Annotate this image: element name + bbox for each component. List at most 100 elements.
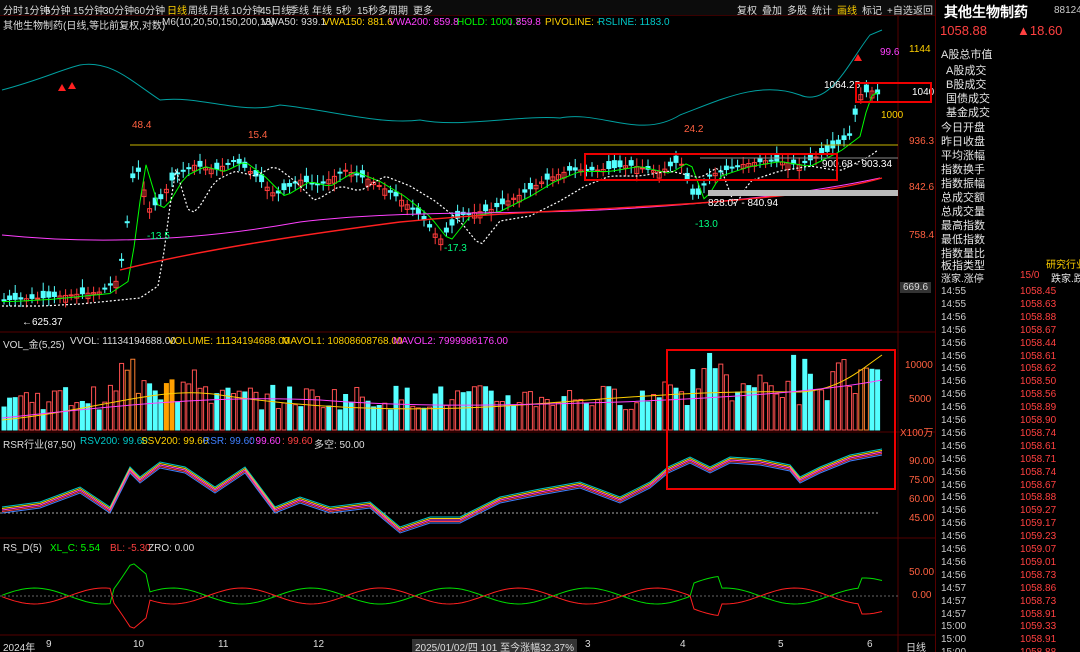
tick-price: 1058.73 xyxy=(1020,595,1057,607)
ma-param: M6(10,20,50,150,200,13) xyxy=(162,17,275,28)
volume-bar xyxy=(415,407,421,431)
volume-bar xyxy=(315,396,321,431)
axis-936: 936.3 xyxy=(909,136,935,147)
candle-body xyxy=(175,172,181,175)
volume-bar xyxy=(432,393,438,431)
last-price: 1058.88 xyxy=(940,23,987,38)
candle-body xyxy=(690,188,696,195)
candle-body xyxy=(35,297,41,300)
volume-bar xyxy=(617,405,623,431)
rsr-axis-60: 60.00 xyxy=(909,494,935,505)
tick-price: 1059.23 xyxy=(1020,531,1057,543)
tick-price: 1059.01 xyxy=(1020,556,1057,568)
tick-time: 14:56 xyxy=(941,311,967,323)
ssv-label: SSV200: 99.60 xyxy=(141,436,209,447)
candle-body xyxy=(79,287,85,295)
volume-bar xyxy=(35,392,41,431)
vvol-label: VVOL: 11134194688.00 xyxy=(70,336,176,347)
candle-body xyxy=(494,202,500,208)
signal-marker xyxy=(68,82,76,89)
volume-bar xyxy=(219,389,225,431)
candle-body xyxy=(695,188,701,195)
volume-bar xyxy=(12,397,18,431)
price-change: ▲18.60 xyxy=(1017,23,1063,38)
chart-canvas[interactable] xyxy=(0,0,935,652)
candle-body xyxy=(1,299,7,302)
candle-body xyxy=(303,175,309,183)
candle-body xyxy=(135,167,141,172)
tick-time: 14:56 xyxy=(941,376,967,388)
tick-price: 1058.73 xyxy=(1020,569,1057,581)
candle-body xyxy=(158,194,164,200)
volume-bar xyxy=(589,405,595,431)
high-mark-1: 48.4 xyxy=(132,120,152,131)
volume-label: VOLUME: 11134194688.00 xyxy=(168,336,290,347)
rsr-name: RSR行业(87,50) xyxy=(3,440,76,451)
high-mark-2: 15.4 xyxy=(248,130,268,141)
highlight-box-3 xyxy=(666,349,896,490)
rsr-axis-90: 90.00 xyxy=(909,456,935,467)
candle-body xyxy=(824,145,830,152)
rsr-axis-45: 45.00 xyxy=(909,513,935,524)
candle-body xyxy=(343,169,349,172)
volume-bar xyxy=(23,392,29,431)
candle-body xyxy=(320,181,326,184)
volume-bar xyxy=(343,393,349,431)
candle-body xyxy=(830,140,836,149)
volume-bar xyxy=(147,383,153,431)
volume-bar xyxy=(135,392,141,431)
tick-time: 14:57 xyxy=(941,582,967,594)
candle-body xyxy=(483,204,489,212)
volume-bar xyxy=(443,404,449,431)
tick-time: 14:56 xyxy=(941,363,967,375)
volume-bar xyxy=(527,391,533,431)
candle-body xyxy=(68,294,74,297)
volume-bar xyxy=(197,387,203,431)
volume-bar xyxy=(253,391,259,431)
volume-bar xyxy=(477,385,483,431)
fall-label: 跌家.跌 xyxy=(1051,274,1080,285)
volume-bar xyxy=(292,404,298,431)
candle-body xyxy=(841,135,847,141)
volume-bar xyxy=(460,392,466,431)
candle-body xyxy=(544,173,550,180)
volume-bar xyxy=(376,405,382,431)
candle-body xyxy=(572,167,578,171)
volume-bar xyxy=(421,407,427,431)
candle-body xyxy=(337,171,343,174)
volume-bar xyxy=(645,401,651,431)
tick-price: 1058.62 xyxy=(1020,363,1057,375)
tick-price: 1058.61 xyxy=(1020,350,1057,362)
pivot-label: PIVOLINE: - xyxy=(545,17,601,28)
low-mark-3: -13.0 xyxy=(695,219,718,230)
rsr-axis-75: 75.00 xyxy=(909,475,935,486)
vol-name: VOL_金(5,25) xyxy=(3,340,65,351)
volume-bar xyxy=(572,399,578,431)
volume-bar xyxy=(225,387,231,431)
volume-bar xyxy=(119,362,125,431)
volume-bar xyxy=(348,401,354,431)
candle-body xyxy=(410,207,416,210)
volume-bar xyxy=(7,397,13,431)
candle-body xyxy=(180,169,186,172)
volume-bar xyxy=(130,358,136,431)
percent-value: 99.6 xyxy=(880,47,900,58)
period-label: 日线 xyxy=(906,643,926,652)
volume-bar xyxy=(516,402,522,431)
quote-panel: 其他生物制药 881240 1058.88 ▲18.60 A股总市值A股成交B股… xyxy=(935,0,1080,652)
volume-bar xyxy=(600,385,606,431)
tick-price: 1058.91 xyxy=(1020,608,1057,620)
tick-time: 14:56 xyxy=(941,569,967,581)
volume-bar xyxy=(270,384,276,431)
candle-body xyxy=(449,219,455,226)
candle-body xyxy=(499,198,505,205)
volume-bar xyxy=(387,409,393,431)
mavol2-label: MAVOL2: 7999986176.00 xyxy=(393,336,508,347)
tick-price: 1059.33 xyxy=(1020,621,1057,633)
volume-bar xyxy=(539,396,545,431)
date-12: 12 xyxy=(313,639,325,650)
stock-chart-window: 分时 1分钟 5分钟 15分钟 30分钟 60分钟 日线 周线 月线 10分钟 45日线 季线 年线 5秒… xyxy=(0,0,1080,652)
tick-time: 14:56 xyxy=(941,440,967,452)
tick-time: 14:56 xyxy=(941,415,967,426)
type-value: 研究行业 xyxy=(1046,260,1080,271)
